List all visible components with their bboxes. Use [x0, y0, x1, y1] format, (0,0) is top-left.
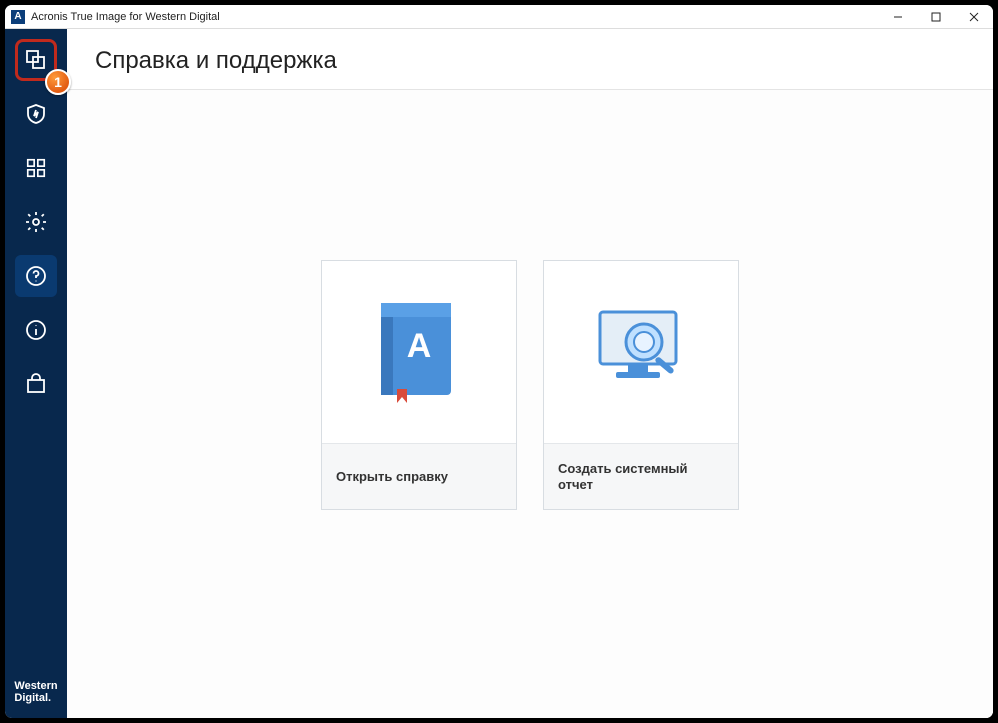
page-title: Справка и поддержка	[95, 47, 965, 75]
content-area: A Открыть справку	[67, 90, 993, 718]
card-open-help[interactable]: A Открыть справку	[321, 260, 517, 510]
help-book-icon: A	[322, 261, 516, 443]
card-label: Создать системный отчет	[558, 461, 724, 493]
page-header: Справка и поддержка	[67, 29, 993, 90]
app-icon: A	[11, 10, 25, 24]
sidebar-item-help[interactable]	[15, 255, 57, 297]
wd-logo: Western Digital.	[14, 680, 57, 718]
maximize-button[interactable]	[917, 5, 955, 28]
close-button[interactable]	[955, 5, 993, 28]
system-report-icon	[544, 261, 738, 443]
sidebar-item-tools[interactable]	[15, 147, 57, 189]
callout-badge-1: 1	[45, 69, 71, 95]
sidebar-item-store[interactable]	[15, 363, 57, 405]
minimize-button[interactable]	[879, 5, 917, 28]
sidebar-item-protection[interactable]	[15, 93, 57, 135]
window-title: Acronis True Image for Western Digital	[31, 11, 879, 23]
card-system-report[interactable]: Создать системный отчет	[543, 260, 739, 510]
window-controls	[879, 5, 993, 28]
sidebar-item-about[interactable]	[15, 309, 57, 351]
titlebar: A Acronis True Image for Western Digital	[5, 5, 993, 29]
app-window: A Acronis True Image for Western Digital…	[0, 0, 998, 723]
sidebar-item-settings[interactable]	[15, 201, 57, 243]
card-label: Открыть справку	[336, 469, 448, 485]
sidebar: 1	[5, 29, 67, 718]
svg-text:A: A	[407, 327, 432, 365]
main-panel: Справка и поддержка A	[67, 29, 993, 718]
